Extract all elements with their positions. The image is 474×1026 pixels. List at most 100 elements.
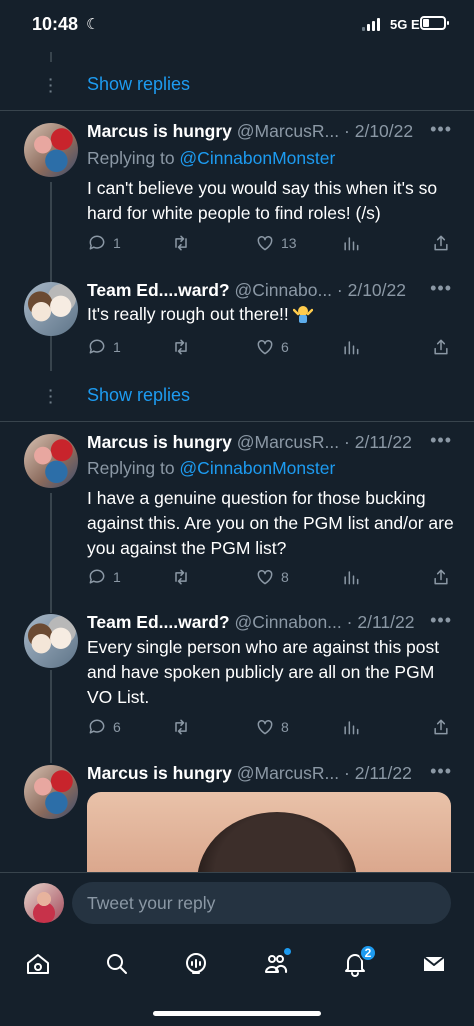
retweet-icon (175, 235, 187, 251)
reply-count: 1 (113, 569, 121, 585)
like-button[interactable]: 8 (255, 565, 289, 589)
reply-input[interactable] (72, 882, 451, 924)
tab-search[interactable] (99, 946, 135, 982)
retweet-button[interactable] (171, 565, 197, 589)
share-button[interactable] (431, 715, 451, 739)
like-count: 8 (281, 569, 289, 585)
show-replies-button[interactable]: · · · Show replies (0, 60, 474, 112)
tab-messages[interactable] (416, 946, 452, 982)
analytics-button[interactable] (341, 231, 361, 255)
avatar[interactable] (24, 765, 78, 819)
like-button[interactable]: 13 (255, 231, 297, 255)
thread-line (50, 670, 52, 763)
communities-icon (265, 955, 288, 973)
share-button[interactable] (431, 565, 451, 589)
tweet-text-content: It's really rough out there!! (87, 304, 289, 324)
tab-notifications[interactable]: 2 (337, 944, 377, 982)
divider (0, 110, 474, 111)
spaces-icon (186, 953, 206, 974)
reply-button[interactable]: 1 (87, 231, 121, 255)
tweet-date[interactable]: 2/10/22 (348, 280, 406, 300)
separator: · (339, 763, 355, 783)
author-name[interactable]: Team Ed....ward? (87, 280, 230, 300)
retweet-button[interactable] (171, 231, 197, 255)
avatar[interactable] (24, 614, 78, 668)
share-icon (434, 719, 448, 735)
tab-spaces[interactable] (178, 946, 214, 982)
more-options-icon[interactable]: ••• (430, 761, 452, 782)
author-handle[interactable]: @MarcusR... (237, 432, 339, 452)
battery-level (423, 19, 429, 27)
analytics-button[interactable] (341, 565, 361, 589)
analytics-button[interactable] (341, 715, 361, 739)
share-button[interactable] (431, 335, 451, 359)
author-handle[interactable]: @MarcusR... (237, 121, 339, 141)
thread-line (50, 182, 52, 282)
tweet-header: Marcus is hungry @MarcusR... · 2/10/22 •… (87, 119, 454, 147)
like-button[interactable]: 6 (255, 335, 289, 359)
divider (0, 421, 474, 422)
share-icon (434, 339, 448, 355)
more-options-icon[interactable]: ••• (430, 430, 452, 451)
replying-to: Replying to @CinnabonMonster (87, 148, 335, 169)
more-options-icon[interactable]: ••• (430, 119, 452, 140)
author-handle[interactable]: @MarcusR... (237, 763, 339, 783)
avatar[interactable] (24, 282, 78, 336)
ellipsis-vertical-icon: · · · (48, 382, 54, 410)
separator: · (339, 432, 355, 452)
status-bar: 10:48 ☾ 5G E (0, 0, 474, 52)
analytics-icon (344, 341, 359, 355)
tweet-header: Marcus is hungry @MarcusR... · 2/11/22 •… (87, 430, 454, 458)
share-button[interactable] (431, 231, 451, 255)
moon-icon: ☾ (86, 16, 100, 33)
tab-home[interactable] (20, 946, 56, 982)
retweet-button[interactable] (171, 715, 197, 739)
tweet-date[interactable]: 2/11/22 (355, 432, 412, 452)
tweet-date[interactable]: 2/10/22 (355, 121, 413, 141)
reply-count: 1 (113, 235, 121, 251)
mention-link[interactable]: @CinnabonMonster (179, 458, 335, 478)
author-name[interactable]: Marcus is hungry (87, 432, 232, 452)
tweet-header: Marcus is hungry @MarcusR... · 2/11/22 •… (87, 761, 454, 789)
battery-icon (420, 16, 449, 30)
home-indicator (153, 1011, 321, 1016)
tweet-date[interactable]: 2/11/22 (355, 763, 412, 783)
like-button[interactable]: 8 (255, 715, 289, 739)
separator: · (332, 280, 348, 300)
reply-button[interactable]: 6 (87, 715, 121, 739)
analytics-button[interactable] (341, 335, 361, 359)
reply-button[interactable]: 1 (87, 335, 121, 359)
person-shrugging-emoji-icon (292, 306, 313, 323)
reply-button[interactable]: 1 (87, 565, 121, 589)
tweet-date[interactable]: 2/11/22 (357, 612, 414, 632)
author-handle[interactable]: @Cinnabo... (235, 280, 333, 300)
separator: · (341, 612, 358, 632)
retweet-icon (175, 339, 187, 355)
separator: · (339, 121, 355, 141)
author-name[interactable]: Marcus is hungry (87, 763, 232, 783)
avatar[interactable] (24, 883, 64, 923)
author-name[interactable]: Marcus is hungry (87, 121, 232, 141)
author-handle[interactable]: @Cinnabon... (235, 612, 342, 632)
retweet-icon (175, 569, 187, 585)
show-replies-button[interactable]: · · · Show replies (0, 371, 474, 423)
avatar[interactable] (24, 123, 78, 177)
replying-to-prefix: Replying to (87, 458, 180, 478)
author-name[interactable]: Team Ed....ward? (87, 612, 230, 632)
more-options-icon[interactable]: ••• (430, 278, 452, 299)
tweet-actions: 1 13 (87, 231, 457, 255)
status-time: 10:48 (32, 14, 79, 34)
more-options-icon[interactable]: ••• (430, 610, 452, 631)
ellipsis-vertical-icon: · · · (48, 71, 54, 99)
reply-icon (89, 235, 105, 250)
retweet-icon (175, 719, 187, 735)
tab-communities[interactable] (258, 946, 294, 982)
tweet-media-image[interactable] (87, 792, 451, 882)
network-type: 5G E (390, 17, 420, 32)
mention-link[interactable]: @CinnabonMonster (179, 148, 335, 168)
analytics-icon (344, 237, 359, 251)
new-content-dot (284, 948, 291, 955)
tweet-text: I have a genuine question for those buck… (87, 488, 454, 558)
avatar[interactable] (24, 434, 78, 488)
retweet-button[interactable] (171, 335, 197, 359)
